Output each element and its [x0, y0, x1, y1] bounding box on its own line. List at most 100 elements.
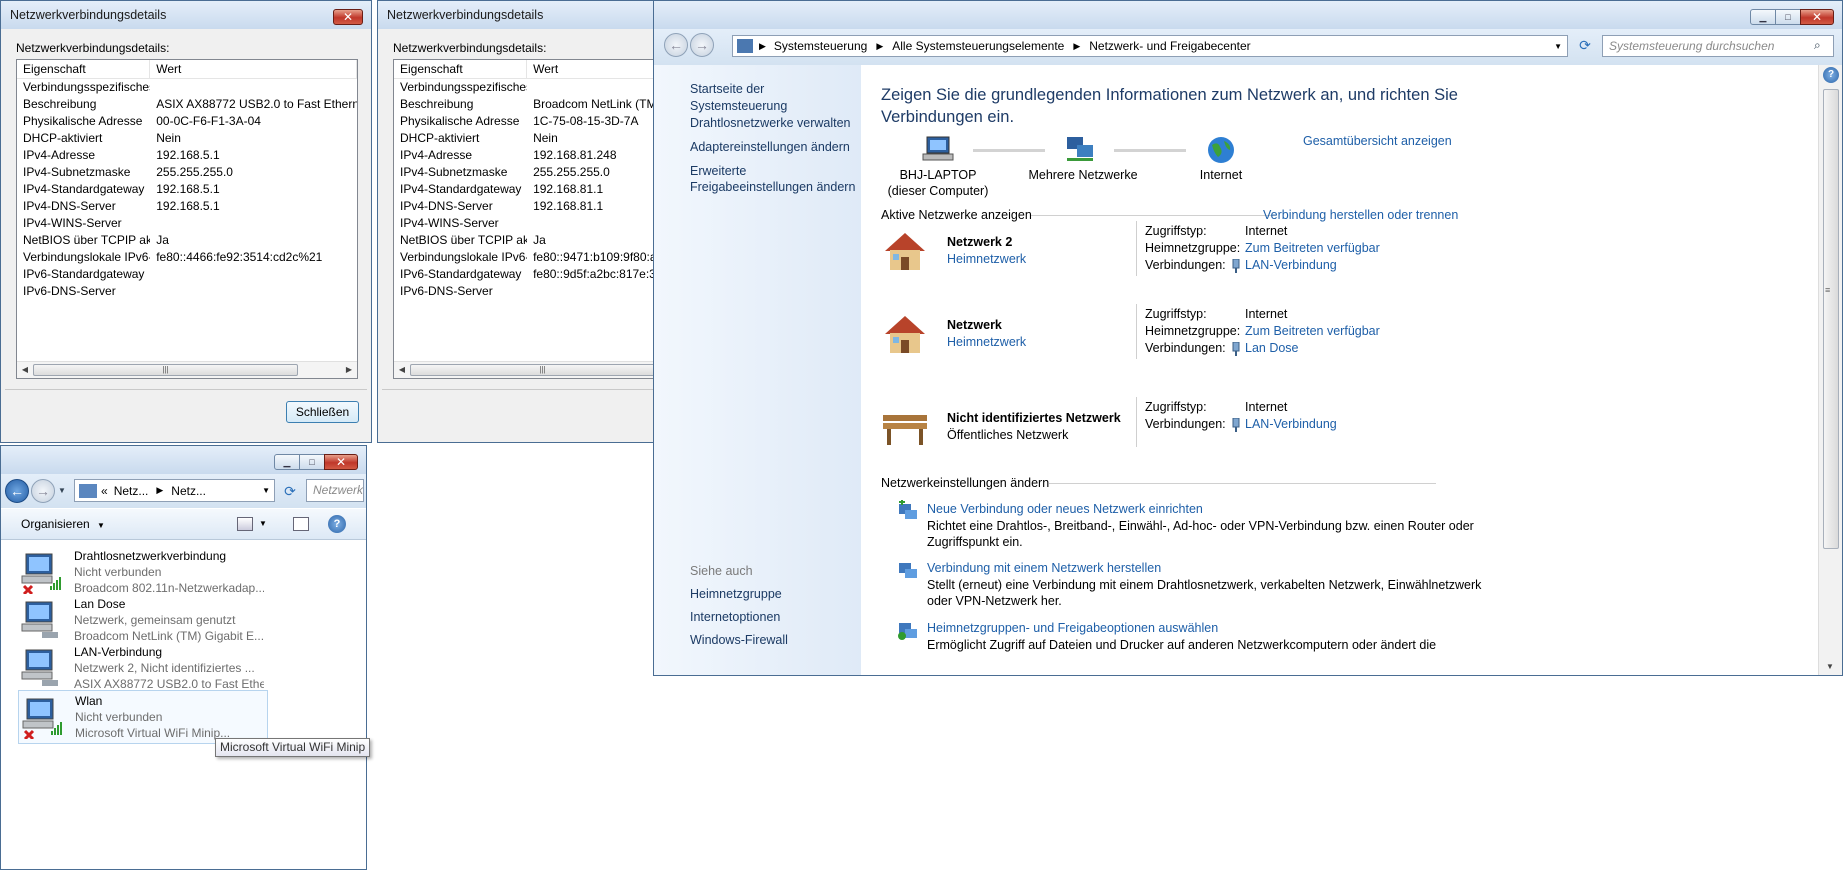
table-row[interactable]: IPv4-WINS-Server	[17, 215, 357, 232]
new-connection-icon[interactable]	[897, 500, 919, 522]
close-dialog-button[interactable]: Schließen	[286, 401, 359, 423]
address-box[interactable]: « Netz... ▶ Netz... ▼	[74, 479, 275, 502]
back-button[interactable]: ←	[5, 479, 29, 503]
scroll-left-arrow-icon[interactable]: ◀	[394, 362, 410, 378]
breadcrumb-2[interactable]: Netz...	[171, 484, 206, 498]
sidebar-link-wireless[interactable]: Drahtlosnetzwerke verwalten	[690, 115, 851, 132]
view-dropdown-icon[interactable]: ▼	[259, 519, 267, 528]
horizontal-scrollbar[interactable]: ◀ |||	[394, 361, 666, 378]
table-row[interactable]: Verbindungslokale IPv6-... fe80::4466:fe9…	[17, 249, 357, 266]
sidebar-link-advanced-1[interactable]: Erweiterte	[690, 163, 746, 180]
table-row[interactable]: Beschreibung Broadcom NetLink (TM)	[394, 96, 666, 113]
table-row[interactable]: IPv6-DNS-Server	[17, 283, 357, 300]
breadcrumb-1[interactable]: Netz...	[114, 484, 149, 498]
home-network-house-icon[interactable]	[881, 229, 929, 273]
list-item[interactable]: Lan Dose Netzwerk, gemeinsam genutzt Broad…	[18, 594, 268, 648]
task-link[interactable]: Neue Verbindung oder neues Netzwerk einr…	[927, 502, 1203, 516]
column-header-property[interactable]: Eigenschaft	[17, 60, 151, 78]
table-row[interactable]: IPv4-Standardgateway 192.168.81.1	[394, 181, 666, 198]
breadcrumb-separator-icon[interactable]: ▶	[759, 41, 766, 52]
multiple-networks-icon[interactable]	[1063, 135, 1097, 163]
table-row[interactable]: IPv4-DNS-Server 192.168.81.1	[394, 198, 666, 215]
details-list[interactable]: Eigenschaft Wert Verbindungsspezifisches…	[16, 59, 358, 379]
refresh-icon[interactable]: ⟳	[279, 480, 301, 502]
breadcrumb-separator-icon[interactable]: ▶	[876, 41, 883, 52]
address-dropdown-icon[interactable]: ▼	[1554, 42, 1562, 51]
list-item[interactable]: Wlan Nicht verbunden Microsoft Virtual WiF…	[18, 690, 268, 744]
help-icon[interactable]: ?	[328, 515, 346, 533]
maximize-button[interactable]: □	[1775, 9, 1801, 25]
table-row[interactable]: IPv4-Subnetzmaske 255.255.255.0	[394, 164, 666, 181]
sidebar-link-internet-options[interactable]: Internetoptionen	[690, 609, 780, 626]
forward-button[interactable]: →	[690, 33, 714, 57]
scroll-right-arrow-icon[interactable]: ▶	[341, 362, 357, 378]
close-button[interactable]: ✕	[333, 9, 363, 25]
task-link[interactable]: Heimnetzgruppen- und Freigabeoptionen au…	[927, 621, 1218, 635]
sidebar-link-advanced-2[interactable]: Freigabeeinstellungen ändern	[690, 179, 855, 196]
homegroup-link[interactable]: Zum Beitreten verfügbar	[1245, 324, 1380, 338]
table-row[interactable]: IPv6-DNS-Server	[394, 283, 666, 300]
network-type[interactable]: Heimnetzwerk	[947, 335, 1026, 349]
table-row[interactable]: IPv4-DNS-Server 192.168.5.1	[17, 198, 357, 215]
table-row[interactable]: Verbindungsspezifisches...	[394, 79, 666, 96]
network-type[interactable]: Heimnetzwerk	[947, 252, 1026, 266]
back-button[interactable]: ←	[664, 33, 688, 57]
sidebar-link-homegroup[interactable]: Heimnetzgruppe	[690, 586, 782, 603]
column-header-property[interactable]: Eigenschaft	[394, 60, 528, 78]
sidebar-link-home[interactable]: Startseite der Systemsteuerung	[690, 81, 861, 115]
full-map-link[interactable]: Gesamtübersicht anzeigen	[1303, 134, 1452, 148]
table-row[interactable]: Physikalische Adresse 1C-75-08-15-3D-7A	[394, 113, 666, 130]
organize-button[interactable]: Organisieren ▼	[21, 517, 105, 531]
search-icon[interactable]: ⌕	[1814, 38, 1821, 53]
close-button[interactable]: ✕	[324, 454, 358, 470]
table-row[interactable]: Verbindungslokale IPv6-... fe80::9471:b10…	[394, 249, 666, 266]
breadcrumb-separator-icon[interactable]: ▶	[1073, 41, 1080, 52]
minimize-button[interactable]: ▁	[274, 454, 300, 470]
scroll-thumb[interactable]: |||	[33, 364, 298, 376]
details-list[interactable]: Eigenschaft Wert Verbindungsspezifisches…	[393, 59, 666, 379]
table-row[interactable]: Physikalische Adresse 00-0C-F6-F1-3A-04	[17, 113, 357, 130]
breadcrumb-2[interactable]: Alle Systemsteuerungselemente	[892, 39, 1064, 53]
vertical-scrollbar[interactable]: ? ≡ ▼	[1818, 65, 1842, 675]
list-item[interactable]: Drahtlosnetzwerkverbindung Nicht verbunde…	[18, 546, 268, 600]
column-header-value[interactable]: Wert	[150, 60, 357, 78]
minimize-button[interactable]: ▁	[1750, 9, 1776, 25]
preview-pane-icon[interactable]	[293, 517, 309, 531]
home-network-house-icon[interactable]	[881, 312, 929, 356]
horizontal-scrollbar[interactable]: ◀ ||| ▶	[17, 361, 357, 378]
breadcrumb-1[interactable]: Systemsteuerung	[774, 39, 867, 53]
column-header-value[interactable]: Wert	[527, 60, 666, 78]
list-item[interactable]: LAN-Verbindung Netzwerk 2, Nicht identifi…	[18, 642, 268, 696]
table-row[interactable]: IPv4-Adresse 192.168.5.1	[17, 147, 357, 164]
table-row[interactable]: IPv4-Adresse 192.168.81.248	[394, 147, 666, 164]
homegroup-sharing-icon[interactable]	[897, 619, 919, 641]
table-row[interactable]: IPv4-Subnetzmaske 255.255.255.0	[17, 164, 357, 181]
connection-link[interactable]: Lan Dose	[1245, 341, 1299, 355]
scroll-thumb[interactable]: |||	[410, 364, 666, 376]
forward-button[interactable]: →	[31, 479, 55, 503]
change-view-icon[interactable]	[237, 517, 253, 531]
computer-icon[interactable]	[921, 135, 955, 163]
search-input[interactable]: Systemsteuerung durchsuchen	[1602, 35, 1834, 57]
close-button[interactable]: ✕	[1800, 9, 1834, 25]
homegroup-link[interactable]: Zum Beitreten verfügbar	[1245, 241, 1380, 255]
help-icon[interactable]: ?	[1823, 67, 1839, 83]
connect-network-icon[interactable]	[897, 559, 919, 581]
breadcrumb-separator-icon[interactable]: ▶	[156, 485, 163, 496]
sidebar-link-adapter[interactable]: Adaptereinstellungen ändern	[690, 139, 850, 156]
table-row[interactable]: DHCP-aktiviert Nein	[17, 130, 357, 147]
table-row[interactable]: NetBIOS über TCPIP ak... Ja	[17, 232, 357, 249]
table-row[interactable]: IPv6-Standardgateway fe80::9d5f:a2bc:817e…	[394, 266, 666, 283]
table-row[interactable]: Beschreibung ASIX AX88772 USB2.0 to Fast …	[17, 96, 357, 113]
scroll-thumb[interactable]	[1823, 89, 1839, 549]
public-network-bench-icon[interactable]	[881, 405, 929, 449]
search-input[interactable]: Netzwerk	[306, 479, 364, 502]
recent-pages-arrow-icon[interactable]: ▼	[58, 486, 66, 495]
breadcrumb-3[interactable]: Netzwerk- und Freigabecenter	[1089, 39, 1250, 53]
task-link[interactable]: Verbindung mit einem Netzwerk herstellen	[927, 561, 1161, 575]
maximize-button[interactable]: □	[299, 454, 325, 470]
scroll-left-arrow-icon[interactable]: ◀	[17, 362, 33, 378]
address-dropdown-icon[interactable]: ▼	[262, 486, 270, 495]
table-row[interactable]: IPv4-Standardgateway 192.168.5.1	[17, 181, 357, 198]
scroll-down-arrow-icon[interactable]: ▼	[1826, 662, 1834, 671]
